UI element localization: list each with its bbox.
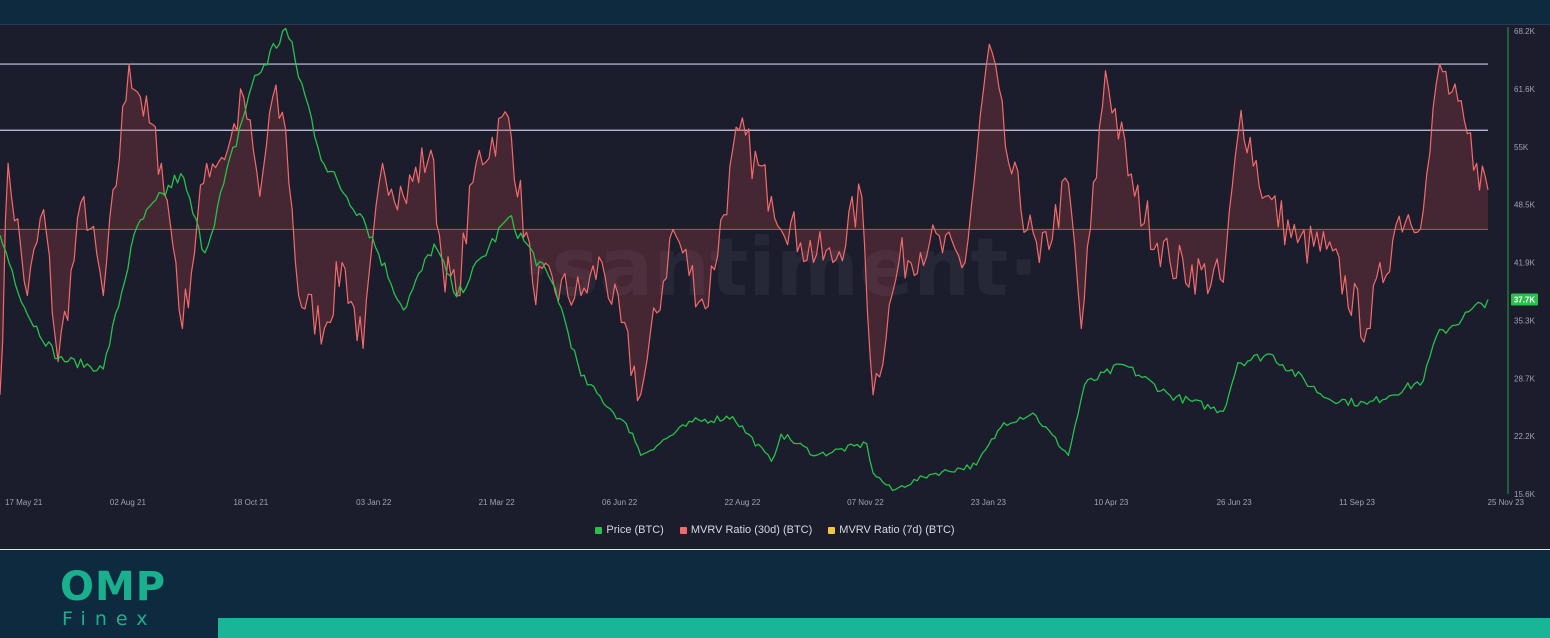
price-tick-label: 41.9K [1514,259,1536,268]
x-tick-label: 03 Jan 22 [356,498,392,507]
legend-label-mvrv-7d: MVRV Ratio (7d) (BTC) [839,524,955,536]
x-tick-label: 25 Nov 23 [1488,498,1525,507]
price-tick-label: 28.7K [1514,374,1536,383]
legend-label-mvrv-30d: MVRV Ratio (30d) (BTC) [690,524,813,536]
price-tick-label: 22.2K [1514,432,1536,441]
x-tick-label: 06 Jun 22 [602,498,638,507]
price-tick-label: 61.6K [1514,85,1536,94]
chart-panel: ·santiment· 68.2K 61.6K 55K 48.5K 41.9K 35.3K… [0,24,1550,550]
x-tick-label: 26 Jun 23 [1217,498,1253,507]
legend-swatch-price [595,526,603,534]
x-tick-label: 18 Oct 21 [233,498,268,507]
x-tick-label: 23 Jan 23 [971,498,1007,507]
price-tick-label: 55K [1514,143,1529,152]
legend-label-price: Price (BTC) [606,524,664,536]
chart-legend: Price (BTC) MVRV Ratio (30d) (BTC) MVRV … [0,521,1550,539]
x-tick-label: 02 Aug 21 [110,498,147,507]
footer-accent-bar [218,618,1550,638]
legend-swatch-mvrv-7d [828,526,836,534]
legend-item-mvrv-7d[interactable]: MVRV Ratio (7d) (BTC) [828,524,955,536]
x-tick-label: 21 Mar 22 [479,498,516,507]
legend-item-mvrv-30d[interactable]: MVRV Ratio (30d) (BTC) [679,524,813,536]
x-tick-label: 10 Apr 23 [1094,498,1129,507]
price-tick-label: 35.3K [1514,316,1536,325]
x-tick-label: 22 Aug 22 [724,498,761,507]
x-tick-label: 17 May 21 [5,498,43,507]
x-tick-label: 07 Nov 22 [847,498,884,507]
price-last-value-label: 37.7K [1514,295,1536,304]
mvrv-price-chart: ·santiment· 68.2K61.6K55K48.5K41.9K35.3K… [0,27,1538,507]
price-tick-label: 48.5K [1514,201,1536,210]
brand-logo: OMP [60,564,167,610]
price-tick-label: 68.2K [1514,27,1536,36]
top-band [0,0,1550,24]
brand-subtitle: Finex [62,608,157,630]
x-tick-label: 11 Sep 23 [1339,498,1375,507]
legend-swatch-mvrv-30d [679,526,687,534]
legend-item-price[interactable]: Price (BTC) [595,524,664,536]
mvrv-30d-area [0,44,1488,401]
footer: OMP Finex [0,550,1550,638]
